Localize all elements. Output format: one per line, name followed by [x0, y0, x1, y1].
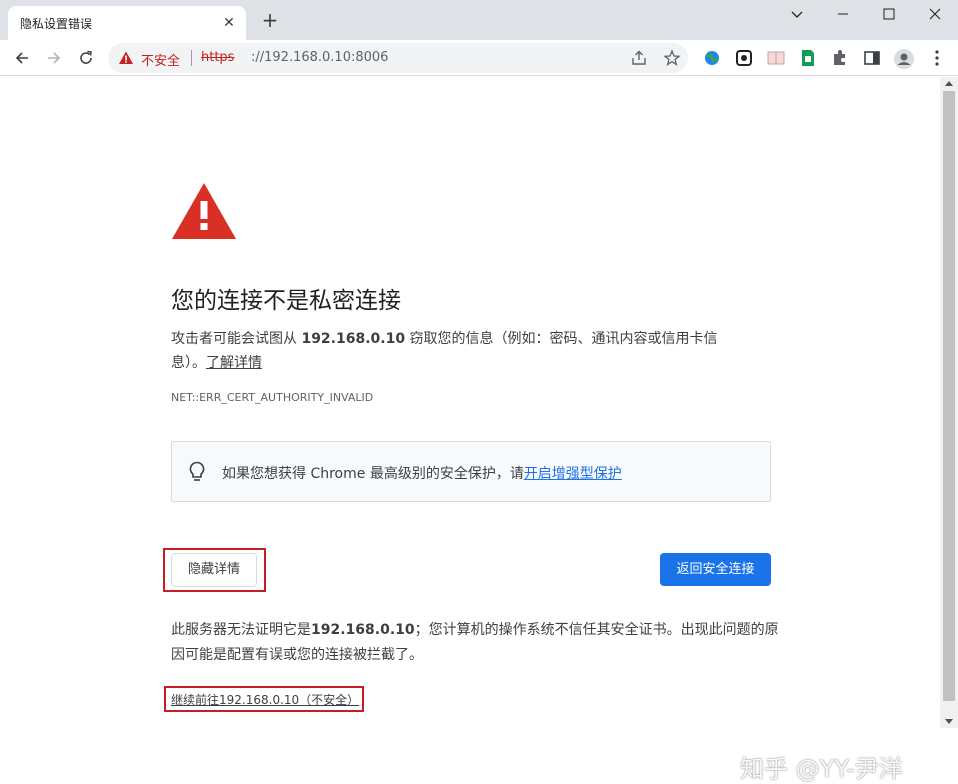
scroll-up-icon[interactable]	[945, 81, 953, 86]
details-text: 此服务器无法证明它是192.168.0.10；您计算机的操作系统不信任其安全证书…	[171, 618, 781, 668]
minimize-button[interactable]	[820, 0, 866, 28]
minimize-icon	[838, 13, 848, 15]
back-to-safety-button[interactable]: 返回安全连接	[660, 553, 771, 586]
tab-title: 隐私设置错误	[20, 17, 93, 31]
extension-reader-icon[interactable]	[766, 48, 786, 68]
reload-button[interactable]	[72, 44, 100, 72]
arrow-right-icon	[48, 52, 61, 64]
forward-button[interactable]	[40, 44, 68, 72]
tab-close-icon[interactable]: ✕	[220, 14, 238, 32]
divider	[191, 50, 192, 66]
lightbulb-icon	[188, 461, 206, 487]
chevron-down-icon	[791, 11, 803, 18]
vertical-scrollbar[interactable]	[940, 77, 958, 728]
back-button[interactable]	[8, 44, 36, 72]
not-secure-label[interactable]: 不安全	[141, 50, 180, 69]
page-title: 您的连接不是私密连接	[171, 288, 401, 314]
extension-sync-icon[interactable]	[734, 48, 754, 68]
profile-avatar-icon[interactable]	[893, 48, 914, 69]
description: 攻击者可能会试图从 192.168.0.10 窃取您的信息（例如：密码、通讯内容…	[171, 327, 751, 375]
address-bar[interactable]: 不安全 https ://192.168.0.10:8006	[108, 43, 688, 73]
reload-icon	[80, 50, 92, 64]
desc-host: 192.168.0.10	[301, 331, 406, 347]
extension-sheet-icon[interactable]	[798, 48, 818, 68]
tip-text-label: 如果您想获得 Chrome 最高级别的安全保护，请	[222, 466, 524, 482]
enhanced-protection-tip: 如果您想获得 Chrome 最高级别的安全保护，请开启增强型保护	[171, 441, 771, 502]
url-text: ://192.168.0.10:8006	[251, 50, 389, 65]
error-code: NET::ERR_CERT_AUTHORITY_INVALID	[171, 391, 374, 404]
tab-strip: 隐私设置错误 ✕ +	[0, 0, 958, 40]
warning-triangle-icon	[171, 182, 237, 244]
url-scheme: https	[201, 50, 235, 65]
side-panel-icon[interactable]	[862, 48, 882, 68]
scroll-thumb[interactable]	[943, 91, 955, 701]
maximize-button[interactable]	[866, 0, 912, 28]
tab-active[interactable]: 隐私设置错误 ✕	[8, 6, 246, 40]
share-icon[interactable]	[630, 49, 648, 67]
arrow-left-icon	[15, 52, 28, 64]
maximize-icon	[883, 8, 895, 20]
enhanced-protection-link[interactable]: 开启增强型保护	[524, 466, 622, 482]
tab-search-button[interactable]	[774, 0, 820, 28]
bookmark-star-icon[interactable]	[663, 49, 681, 67]
scroll-down-icon[interactable]	[945, 719, 953, 724]
desc-prefix: 攻击者可能会试图从	[171, 331, 302, 347]
close-window-button[interactable]	[912, 0, 958, 28]
learn-more-link[interactable]: 了解详情	[206, 355, 262, 371]
close-icon	[929, 8, 941, 20]
page-content: 您的连接不是私密连接 攻击者可能会试图从 192.168.0.10 窃取您的信息…	[0, 77, 940, 783]
watermark: 知乎 @YY-尹洋	[740, 755, 903, 783]
detail-host: 192.168.0.10	[311, 622, 415, 638]
proceed-unsafe-link[interactable]: 继续前往192.168.0.10（不安全）	[171, 691, 359, 708]
extension-globe-icon[interactable]	[702, 48, 722, 68]
tip-text: 如果您想获得 Chrome 最高级别的安全保护，请开启增强型保护	[222, 463, 622, 483]
extensions-puzzle-icon[interactable]	[830, 48, 850, 68]
menu-kebab-icon[interactable]	[927, 48, 947, 68]
new-tab-button[interactable]: +	[258, 9, 282, 33]
hide-details-button[interactable]: 隐藏详情	[171, 553, 257, 587]
warning-icon[interactable]	[118, 50, 134, 70]
detail-prefix: 此服务器无法证明它是	[171, 622, 311, 638]
browser-toolbar: 不安全 https ://192.168.0.10:8006	[0, 40, 958, 76]
